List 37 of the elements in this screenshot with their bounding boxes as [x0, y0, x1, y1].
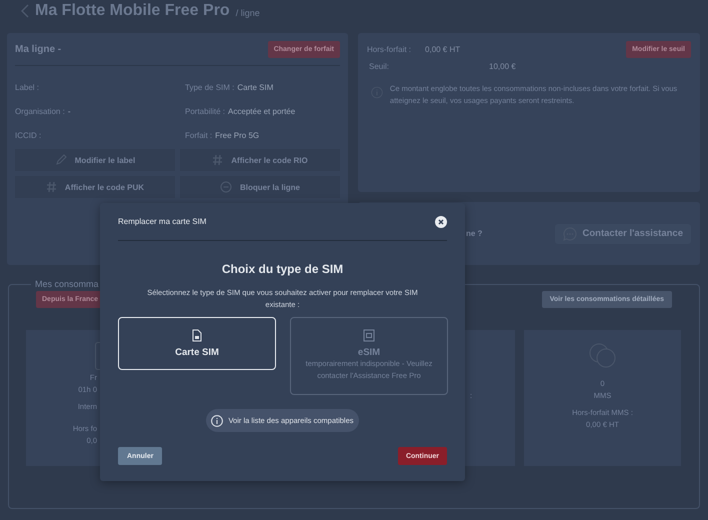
overage-label: Hors-forfait :: [367, 45, 412, 54]
info-icon: [211, 414, 224, 426]
field-label: Organisation :: [15, 107, 65, 116]
action-button[interactable]: Bloquer la ligne: [180, 176, 340, 198]
page-title: Ma Flotte Mobile Free Pro: [35, 2, 230, 20]
hash-icon: [46, 181, 57, 193]
close-icon[interactable]: [435, 216, 447, 228]
action-button[interactable]: Modifier le label: [15, 149, 175, 171]
field-value: Carte SIM: [237, 83, 274, 92]
field-label: Portabilité :: [185, 107, 226, 116]
field-value: Acceptée et portée: [228, 107, 296, 116]
option-label: eSIM: [358, 347, 380, 358]
contact-button[interactable]: Contacter l'assistance: [554, 224, 691, 244]
field-label: Type de SIM :: [185, 83, 234, 92]
field-value: Free Pro 5G: [215, 131, 260, 140]
panel-legend: Mes consomma: [31, 279, 103, 289]
action-button[interactable]: Afficher le code PUK: [15, 176, 175, 198]
option-label: Carte SIM: [175, 347, 219, 358]
card-title: Ma ligne -: [15, 44, 62, 55]
field-value: -: [68, 107, 70, 116]
pencil-icon: [54, 154, 67, 166]
field-label: Forfait :: [185, 131, 212, 140]
breadcrumb: / ligne: [236, 8, 260, 18]
sim-option[interactable]: Carte SIM: [118, 317, 276, 370]
chip-icon: [363, 329, 375, 342]
block-icon: [220, 181, 232, 193]
action-button[interactable]: Afficher le code RIO: [180, 149, 340, 171]
overage-value: 0,00 € HT: [425, 45, 460, 54]
sim-card-icon: [192, 329, 202, 342]
threshold-value: 10,00 €: [489, 62, 516, 71]
dialog-heading: Choix du type de SIM: [222, 262, 344, 276]
threshold-label: Seuil:: [369, 62, 390, 71]
assistance-question: ne ?: [466, 229, 482, 238]
field-label: Label :: [15, 83, 40, 92]
field-label: ICCID :: [15, 131, 42, 140]
dialog-title: Remplacer ma carte SIM: [118, 217, 206, 226]
hash-icon: [212, 154, 224, 166]
